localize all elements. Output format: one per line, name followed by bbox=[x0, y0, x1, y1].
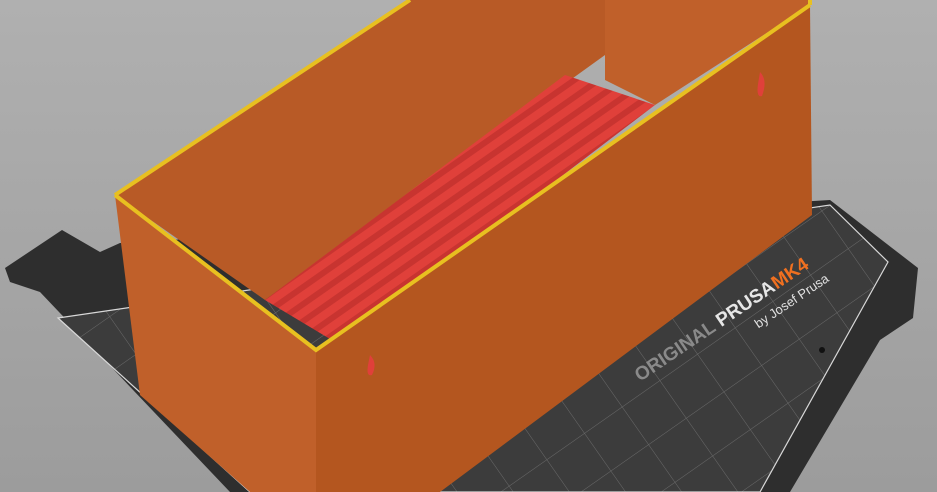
3d-viewport[interactable]: ORIGINAL PRUSA MK4 by Josef Prusa bbox=[0, 0, 937, 492]
